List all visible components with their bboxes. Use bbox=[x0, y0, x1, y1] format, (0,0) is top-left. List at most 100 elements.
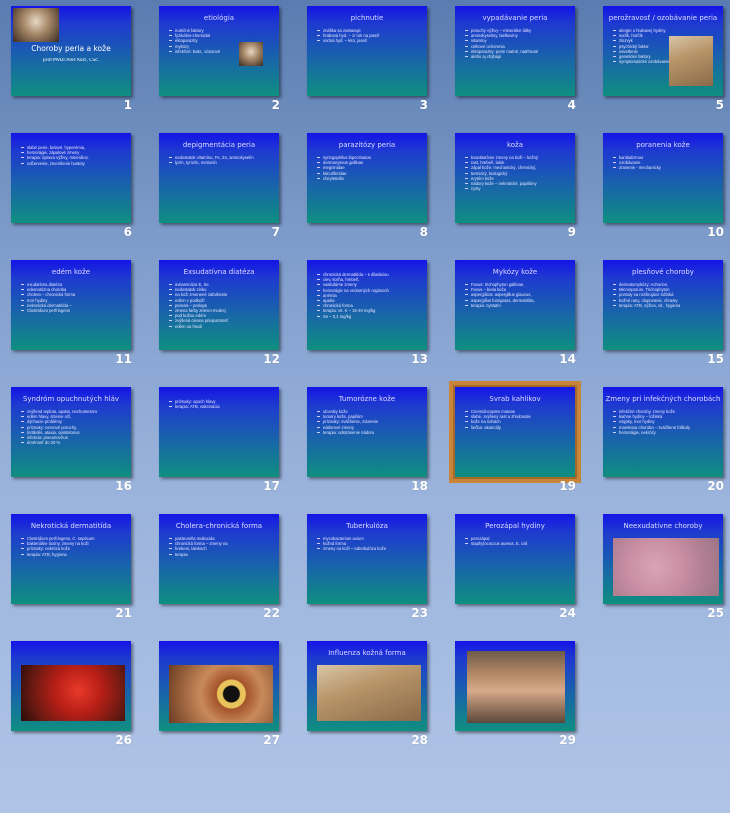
slide-thumbnail-cell[interactable]: Zmeny pri infekčných chorobách infekčné c… bbox=[592, 381, 730, 508]
slide-title: Mykózy kože bbox=[492, 268, 538, 276]
slide-bullet: infekčné: bakt., vírusové bbox=[169, 49, 273, 54]
slide-thumbnail[interactable]: Choroby peria a kože prof.MVDr.Aleš Kočí,… bbox=[11, 6, 131, 96]
slide-photo bbox=[13, 8, 59, 42]
slide-thumbnail-cell[interactable]: 29 bbox=[444, 635, 592, 762]
slide-thumbnail-cell[interactable]: Perozápal hydiny perozápal staphylococcus … bbox=[444, 508, 592, 635]
slide-title: plesňové choroby bbox=[632, 268, 694, 276]
slide-bullet-list: mycobacterium avium kožná forma zmeny na k… bbox=[317, 536, 421, 552]
slide-bullet-list: Favus: trichophyton gallinae, Favus – bie… bbox=[465, 282, 569, 308]
slide-thumbnail[interactable]: depigmentácia peria nedostatok vitamínu, … bbox=[159, 133, 279, 223]
slide-title: depigmentácia peria bbox=[182, 141, 256, 149]
slide-thumbnail-cell[interactable]: Mykózy kože Favus: trichophyton gallinae,… bbox=[444, 254, 592, 381]
slide-thumbnail-cell[interactable]: príznaky: opuch hlavy terapia: ATB, vakci… bbox=[148, 381, 296, 508]
slide-thumbnail[interactable] bbox=[455, 641, 575, 731]
slide-thumbnail-cell[interactable]: chronická dermatitída – s dilatáciou ciev… bbox=[296, 254, 444, 381]
slide-thumbnail[interactable]: chronická dermatitída – s dilatáciou ciev… bbox=[307, 260, 427, 350]
slide-photo bbox=[467, 651, 565, 723]
slide-thumbnail[interactable]: Mykózy kože Favus: trichophyton gallinae,… bbox=[455, 260, 575, 350]
slide-thumbnail-cell[interactable]: edém kože exudatívna diatéza edematózna ch… bbox=[0, 254, 148, 381]
slide-thumbnail[interactable]: poranenia kože kanibalizmus ozobávanie zran… bbox=[603, 133, 723, 223]
slide-title: Cholera-chronická forma bbox=[175, 522, 263, 530]
slide-thumbnail-cell[interactable]: Syndróm opuchnutých hláv zvýšená teplota,… bbox=[0, 381, 148, 508]
slide-thumbnail[interactable]: Syndróm opuchnutých hláv zvýšená teplota,… bbox=[11, 387, 131, 477]
slide-title: pichnutie bbox=[350, 14, 384, 22]
slide-number: 6 bbox=[123, 225, 132, 239]
slide-bullet: zranenie - mechanicky bbox=[613, 165, 717, 170]
slide-thumbnail-cell[interactable]: Neexudatívne choroby 25 bbox=[592, 508, 730, 635]
slide-thumbnail-cell[interactable]: koža kvantitatívne zmeny na koži – kožný r… bbox=[444, 127, 592, 254]
slide-title: Neexudatívne choroby bbox=[623, 522, 703, 530]
slide-bullet: odčervenie, zmenšenie hustoty bbox=[21, 161, 125, 166]
slide-bullet-list: nutričné faktory fyzikálno-chemické ektopa… bbox=[169, 28, 273, 54]
slide-number: 19 bbox=[559, 479, 576, 493]
slide-thumbnail-cell[interactable]: parazitózy peria syringophilus bipectinat… bbox=[296, 127, 444, 254]
slide-number: 20 bbox=[707, 479, 724, 493]
slide-thumbnail[interactable]: Svrab kahlikov Cnemidocoptes mutans slabé,… bbox=[449, 381, 581, 483]
slide-photo bbox=[169, 665, 273, 723]
slide-bullet-list: infekčné choroby, zmeny kože kiahne hydin… bbox=[613, 409, 717, 435]
slide-photo bbox=[21, 665, 125, 721]
slide-bullet-list: perozápal staphylococcus aureus, E. coli bbox=[465, 536, 569, 546]
slide-thumbnail[interactable]: plesňové choroby dermatomykózy: Achorion,… bbox=[603, 260, 723, 350]
slide-thumbnail[interactable]: etiológia nutričné faktory fyzikálno-chemi… bbox=[159, 6, 279, 96]
slide-number: 29 bbox=[559, 733, 576, 747]
slide-thumbnail-cell[interactable]: vypadávanie peria poruchy výživy – minerá… bbox=[444, 0, 592, 127]
slide-thumbnail[interactable] bbox=[11, 641, 131, 731]
slide-thumbnail-cell[interactable]: depigmentácia peria nedostatok vitamínu, … bbox=[148, 127, 296, 254]
slide-bullet: liečba: akaricídy bbox=[465, 425, 569, 430]
slide-title: Syndróm opuchnutých hláv bbox=[22, 395, 120, 403]
slide-bullet-list: pasteurella multocida chronická forma – z… bbox=[169, 536, 273, 557]
slide-thumbnail[interactable]: Zmeny pri infekčných chorobách infekčné c… bbox=[603, 387, 723, 477]
slide-photo bbox=[613, 538, 719, 596]
slide-thumbnail[interactable]: pichnutie znáška sa zastavuje hrabavá hyd.… bbox=[307, 6, 427, 96]
slide-thumbnail-cell[interactable]: Svrab kahlikov Cnemidocoptes mutans slabé,… bbox=[444, 381, 592, 508]
slide-title: etiológia bbox=[203, 14, 235, 22]
slide-thumbnail-cell[interactable]: Nekrotická dermatitída Clostridium perfri… bbox=[0, 508, 148, 635]
slide-thumbnail-cell[interactable]: slabé perie, belavé, hyperémia, hemorágie… bbox=[0, 127, 148, 254]
slide-bullet-list: príznaky: opuch hlavy terapia: ATB, vakci… bbox=[169, 399, 273, 409]
slide-title: Perozápal hydiny bbox=[485, 522, 545, 530]
slide-thumbnail-cell[interactable]: poranenia kože kanibalizmus ozobávanie zran… bbox=[592, 127, 730, 254]
slide-thumbnail[interactable]: parazitózy peria syringophilus bipectinat… bbox=[307, 133, 427, 223]
slide-thumbnail-cell[interactable]: Tumorózne kože ulceráty kože tumory kože, … bbox=[296, 381, 444, 508]
slide-thumbnail-cell[interactable]: 27 bbox=[148, 635, 296, 762]
slide-bullet: terapia bbox=[169, 552, 273, 557]
slide-thumbnail-cell[interactable]: Cholera-chronická forma pasteurella multo… bbox=[148, 508, 296, 635]
slide-thumbnail-cell[interactable]: 26 bbox=[0, 635, 148, 762]
slide-thumbnail[interactable]: Tumorózne kože ulceráty kože tumory kože, … bbox=[307, 387, 427, 477]
slide-thumbnail[interactable] bbox=[159, 641, 279, 731]
slide-thumbnail-cell[interactable]: Exsudatívna diatéza avitaminóza E, Se nedo… bbox=[148, 254, 296, 381]
slide-thumbnail[interactable]: Nekrotická dermatitída Clostridium perfri… bbox=[11, 514, 131, 604]
slide-bullet: vodná hyd. – leto, jaseň bbox=[317, 38, 421, 43]
slide-thumbnail[interactable]: príznaky: opuch hlavy terapia: ATB, vakci… bbox=[159, 387, 279, 477]
slide-title: Tumorózne kože bbox=[338, 395, 396, 403]
slide-thumbnail-cell[interactable]: Choroby peria a kože prof.MVDr.Aleš Kočí,… bbox=[0, 0, 148, 127]
slide-thumbnail[interactable]: Perozápal hydiny perozápal staphylococcus … bbox=[455, 514, 575, 604]
slide-thumbnail[interactable]: perožravosť / ozobávanie peria alergie u … bbox=[603, 6, 723, 96]
slide-number: 27 bbox=[263, 733, 280, 747]
slide-thumbnail[interactable]: vypadávanie peria poruchy výživy – minerá… bbox=[455, 6, 575, 96]
slide-number: 14 bbox=[559, 352, 576, 366]
slide-bullet-list: nedostatok vitamínu, Fe, Zn, aminokyselí… bbox=[169, 155, 273, 165]
slide-thumbnail[interactable]: Cholera-chronická forma pasteurella multo… bbox=[159, 514, 279, 604]
slide-number: 7 bbox=[271, 225, 280, 239]
slide-number: 15 bbox=[707, 352, 724, 366]
slide-thumbnail-cell[interactable]: pichnutie znáška sa zastavuje hrabavá hyd.… bbox=[296, 0, 444, 127]
slide-number: 1 bbox=[123, 98, 132, 112]
slide-number: 2 bbox=[271, 98, 280, 112]
slide-thumbnail[interactable]: Influenza kožná forma bbox=[307, 641, 427, 731]
slide-thumbnail[interactable]: slabé perie, belavé, hyperémia, hemorágie… bbox=[11, 133, 131, 223]
slide-thumbnail-cell[interactable]: perožravosť / ozobávanie peria alergie u … bbox=[592, 0, 730, 127]
slide-bullet: terapia: odstránenie nádoru bbox=[317, 430, 421, 435]
slide-thumbnail-cell[interactable]: Influenza kožná forma 28 bbox=[296, 635, 444, 762]
slide-thumbnail[interactable]: Neexudatívne choroby bbox=[603, 514, 723, 604]
slide-thumbnail[interactable]: Exsudatívna diatéza avitaminóza E, Se nedo… bbox=[159, 260, 279, 350]
slide-thumbnail[interactable]: edém kože exudatívna diatéza edematózna ch… bbox=[11, 260, 131, 350]
slide-number: 10 bbox=[707, 225, 724, 239]
slide-bullet-list: znáška sa zastavuje hrabavá hyd. – 1/ rok… bbox=[317, 28, 421, 44]
slide-thumbnail-cell[interactable]: Tuberkulóza mycobacterium avium kožná form… bbox=[296, 508, 444, 635]
slide-thumbnail-cell[interactable]: plesňové choroby dermatomykózy: Achorion,… bbox=[592, 254, 730, 381]
slide-thumbnail[interactable]: koža kvantitatívne zmeny na koži – kožný r… bbox=[455, 133, 575, 223]
slide-thumbnail-cell[interactable]: etiológia nutričné faktory fyzikálno-chemi… bbox=[148, 0, 296, 127]
slide-thumbnail[interactable]: Tuberkulóza mycobacterium avium kožná form… bbox=[307, 514, 427, 604]
